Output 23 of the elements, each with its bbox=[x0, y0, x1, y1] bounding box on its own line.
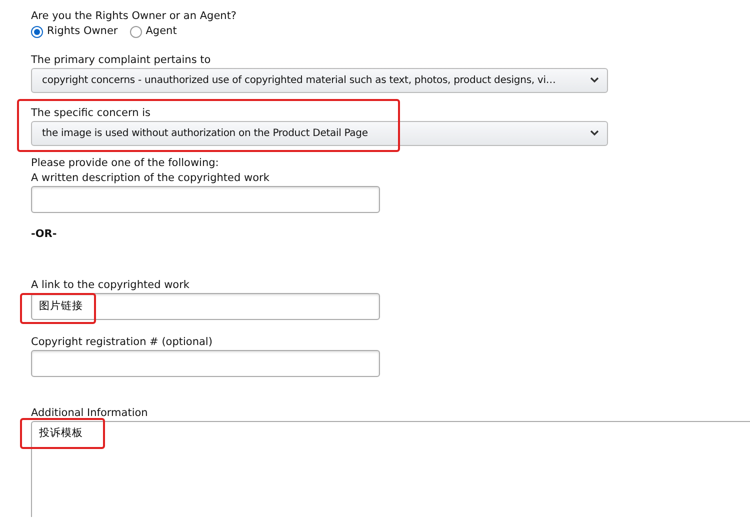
text-field[interactable] bbox=[31, 350, 380, 377]
chevron-down-icon bbox=[590, 77, 599, 84]
or-separator: -OR- bbox=[31, 226, 58, 241]
dropdown-value: the image is used without authorization on the Product Detail Page bbox=[42, 126, 368, 141]
radio-label[interactable]: Agent bbox=[146, 24, 177, 40]
field-label: Copyright registration # (optional) bbox=[31, 334, 214, 349]
dropdown-value: copyright concerns - unauthorized use of copyrighted material such as text, photos, product designs, vi… bbox=[42, 74, 556, 88]
text-field[interactable] bbox=[31, 186, 380, 213]
radio-label[interactable]: Rights Owner bbox=[47, 24, 118, 40]
dropdown[interactable]: copyright concerns - unauthorized use of copyrighted material such as text, photos, product designs, vi… bbox=[31, 68, 608, 93]
field-label: The primary complaint pertains to bbox=[31, 52, 212, 67]
instruction-text: Please provide one of the following: bbox=[31, 156, 220, 170]
field-label: The specific concern is bbox=[31, 106, 152, 120]
text-field[interactable]: 图片链接 bbox=[31, 292, 380, 320]
chevron-down-icon bbox=[590, 130, 599, 136]
field-label: A written description of the copyrighted work bbox=[31, 170, 270, 185]
field-label: A link to the copyrighted work bbox=[31, 278, 190, 292]
field-label: Additional Information bbox=[31, 406, 149, 420]
text-area[interactable]: 投诉模板 bbox=[31, 420, 750, 517]
radio-button[interactable] bbox=[130, 26, 142, 38]
dropdown[interactable]: the image is used without authorization on the Product Detail Page bbox=[31, 120, 608, 146]
question-label: Are you the Rights Owner or an Agent? bbox=[31, 9, 238, 23]
radio-button[interactable] bbox=[31, 26, 43, 38]
